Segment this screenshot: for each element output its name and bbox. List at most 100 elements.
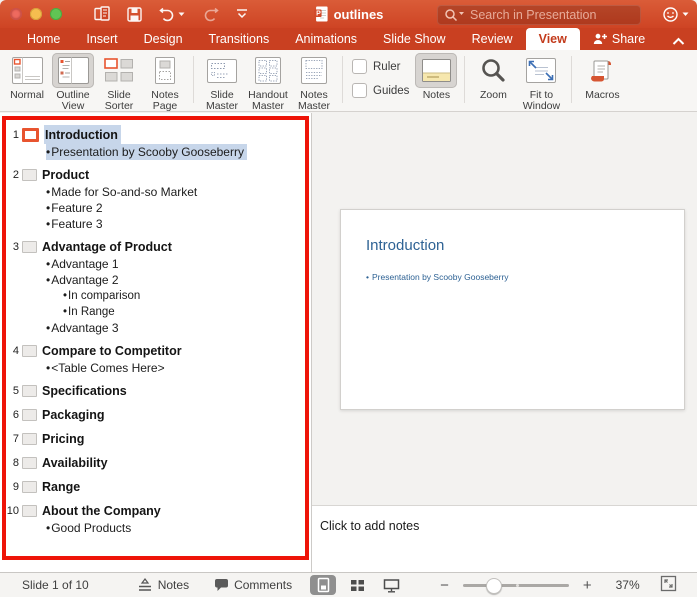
outline-slide-icon[interactable] — [22, 385, 37, 397]
outline-bullet-text[interactable]: <Table Comes Here> — [51, 361, 164, 375]
outline-bullet-text[interactable]: In comparison — [68, 290, 140, 302]
fit-to-window-button[interactable]: Fit to Window — [516, 53, 566, 111]
zoom-out-button[interactable]: − — [440, 577, 449, 594]
macros-button[interactable]: Macros — [577, 53, 627, 101]
guides-checkbox[interactable] — [352, 83, 367, 98]
ruler-checkbox[interactable] — [352, 59, 367, 74]
outline-slide-title-row[interactable]: 7 Pricing — [0, 430, 303, 448]
tab-insert[interactable]: Insert — [73, 28, 130, 50]
slide-preview[interactable]: Introduction • Presentation by Scooby Goo… — [340, 209, 685, 410]
outline-slide-title-row[interactable]: 4 Compare to Competitor — [0, 342, 303, 360]
outline-slide-icon[interactable] — [22, 345, 37, 357]
outline-bullet-text[interactable]: Presentation by Scooby Gooseberry — [51, 145, 244, 159]
outline-bullet[interactable]: •Feature 3 — [0, 216, 303, 232]
status-slide-sorter-button[interactable] — [344, 575, 370, 595]
outline-bullet-text[interactable]: Made for So-and-so Market — [51, 185, 197, 199]
slide-sorter-button[interactable]: Slide Sorter — [96, 53, 142, 111]
outline-slide-title-row[interactable]: 10 About the Company — [0, 502, 303, 520]
tab-slide-show[interactable]: Slide Show — [370, 28, 459, 50]
outline-slide-icon[interactable] — [22, 241, 37, 253]
outline-slide-icon[interactable] — [22, 481, 37, 493]
new-presentation-icon[interactable] — [94, 6, 110, 22]
outline-slide-icon[interactable] — [22, 433, 37, 445]
ruler-checkbox-row[interactable]: Ruler — [352, 59, 409, 74]
outline-slide-title-row[interactable]: 8 Availability — [0, 454, 303, 472]
outline-slide-icon[interactable] — [22, 457, 37, 469]
zoom-slider[interactable] — [462, 578, 569, 594]
toolbar-options-icon[interactable] — [236, 8, 248, 20]
notes-master-button[interactable]: Notes Master — [291, 53, 337, 111]
zoom-slider-thumb[interactable] — [486, 578, 503, 594]
outline-slide-title-row[interactable]: 2 Product — [0, 166, 303, 184]
tab-share[interactable]: Share — [580, 28, 658, 50]
notes-toggle[interactable]: Notes — [137, 578, 189, 592]
collapse-ribbon-chevron-icon[interactable] — [672, 33, 685, 51]
outline-bullet-text[interactable]: Feature 3 — [51, 217, 102, 231]
outline-slide-icon[interactable] — [22, 169, 37, 181]
feedback-smiley-button[interactable] — [662, 6, 689, 23]
zoom-in-button[interactable]: + — [583, 577, 592, 594]
comments-toggle[interactable]: Comments — [214, 578, 292, 592]
outline-slide-title[interactable]: Introduction — [44, 125, 121, 144]
outline-slide-title[interactable]: Pricing — [42, 432, 84, 446]
outline-bullet[interactable]: •Advantage 1 — [0, 256, 303, 272]
slide-master-button[interactable]: Slide Master — [199, 53, 245, 111]
outline-slide-title[interactable]: Specifications — [42, 384, 127, 398]
normal-view-button[interactable]: Normal — [4, 53, 50, 101]
status-normal-view-button[interactable] — [310, 575, 337, 595]
outline-slide-title[interactable]: Advantage of Product — [42, 240, 172, 254]
outline-bullet[interactable]: •In Range — [0, 304, 303, 320]
outline-slide-title[interactable]: About the Company — [42, 504, 161, 518]
notes-page-button[interactable]: Notes Page — [142, 53, 188, 111]
minimize-window-button[interactable] — [30, 8, 42, 20]
outline-slide-title-row[interactable]: 5 Specifications — [0, 382, 303, 400]
save-icon[interactable] — [127, 6, 142, 22]
notes-toggle-button[interactable]: Notes — [413, 53, 459, 101]
tab-review[interactable]: Review — [459, 28, 526, 50]
status-slideshow-button[interactable] — [378, 575, 404, 595]
outline-slide-icon[interactable] — [22, 505, 37, 517]
outline-bullet-text[interactable]: Feature 2 — [51, 201, 102, 215]
tab-transitions[interactable]: Transitions — [196, 28, 283, 50]
guides-checkbox-row[interactable]: Guides — [352, 83, 409, 98]
outline-slide-title-row[interactable]: 3 Advantage of Product — [0, 238, 303, 256]
search-box[interactable] — [437, 5, 641, 25]
outline-slide-title-row[interactable]: 1 Introduction — [0, 125, 303, 144]
outline-bullet[interactable]: •<Table Comes Here> — [0, 360, 303, 376]
fit-slide-to-window-button[interactable] — [660, 575, 677, 595]
zoom-window-button[interactable] — [50, 8, 62, 20]
outline-slide-title[interactable]: Packaging — [42, 408, 105, 422]
outline-slide-title[interactable]: Compare to Competitor — [42, 344, 182, 358]
outline-bullet-text[interactable]: Advantage 3 — [51, 321, 118, 335]
tab-view[interactable]: View — [525, 28, 580, 50]
outline-slide-icon[interactable] — [22, 409, 37, 421]
redo-button[interactable] — [202, 7, 219, 22]
outline-slide-title[interactable]: Availability — [42, 456, 108, 470]
outline-bullet[interactable]: •Made for So-and-so Market — [0, 184, 303, 200]
outline-slide-title[interactable]: Range — [42, 480, 80, 494]
tab-design[interactable]: Design — [131, 28, 196, 50]
outline-bullet[interactable]: •Advantage 2 — [0, 272, 303, 288]
outline-bullet[interactable]: •Good Products — [0, 520, 303, 536]
outline-bullet-text[interactable]: In Range — [68, 306, 115, 318]
outline-bullet-text[interactable]: Advantage 1 — [51, 257, 118, 271]
outline-bullet[interactable]: •Advantage 3 — [0, 320, 303, 336]
search-input[interactable] — [438, 6, 640, 24]
outline-bullet[interactable]: •In comparison — [0, 288, 303, 304]
undo-button[interactable] — [159, 7, 185, 22]
outline-bullet[interactable]: •Presentation by Scooby Gooseberry — [0, 144, 303, 160]
handout-master-button[interactable]: Handout Master — [245, 53, 291, 111]
tab-animations[interactable]: Animations — [282, 28, 370, 50]
outline-slide-title-row[interactable]: 6 Packaging — [0, 406, 303, 424]
tab-home[interactable]: Home — [14, 28, 73, 50]
close-window-button[interactable] — [10, 8, 22, 20]
outline-slide-title[interactable]: Product — [42, 168, 89, 182]
outline-slide-title-row[interactable]: 9 Range — [0, 478, 303, 496]
outline-bullet-text[interactable]: Good Products — [51, 521, 131, 535]
zoom-button[interactable]: Zoom — [470, 53, 516, 101]
outline-slide-icon[interactable] — [22, 128, 39, 142]
outline-bullet-text[interactable]: Advantage 2 — [51, 273, 118, 287]
notes-pane[interactable]: Click to add notes — [312, 505, 697, 573]
outline-view-button[interactable]: Outline View — [50, 53, 96, 111]
outline-bullet[interactable]: •Feature 2 — [0, 200, 303, 216]
